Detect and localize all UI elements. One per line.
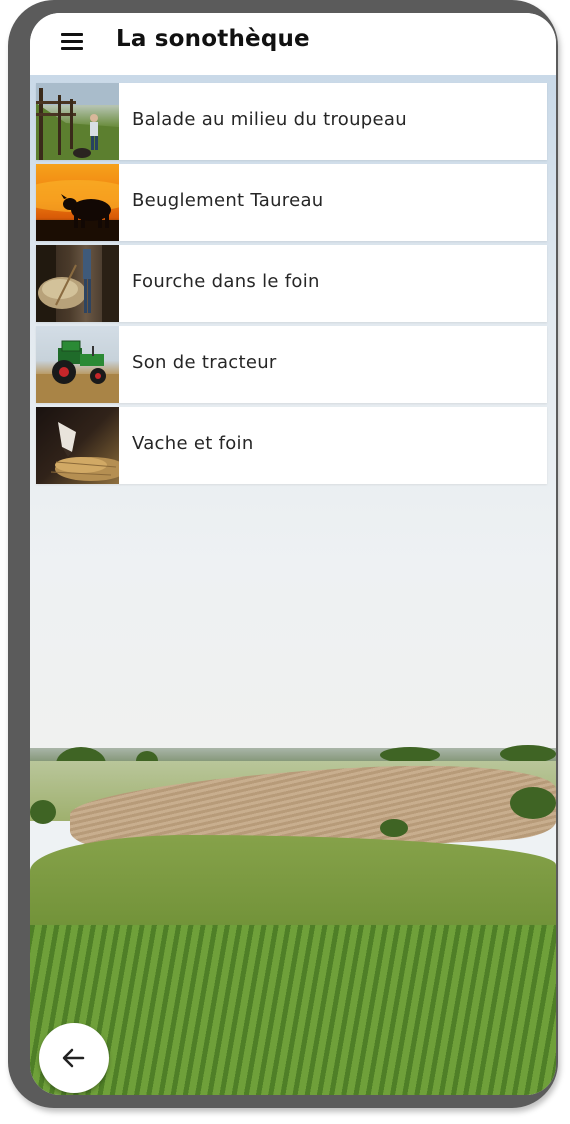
sound-item-fourche[interactable]: Fourche dans le foin [36, 245, 547, 322]
sound-label: Balade au milieu du troupeau [132, 109, 407, 130]
sound-item-tracteur[interactable]: Son de tracteur [36, 326, 547, 403]
sound-list: Balade au milieu du troupeau Beuglement … [36, 83, 547, 488]
app-bar: La sonothèque [30, 13, 556, 75]
arrow-left-icon [62, 1048, 85, 1068]
menu-icon[interactable] [61, 33, 83, 51]
page-title: La sonothèque [116, 26, 310, 52]
sound-label: Vache et foin [132, 433, 254, 454]
bull-sunset-thumbnail [36, 164, 119, 241]
sound-label: Fourche dans le foin [132, 271, 320, 292]
app-screen: La sonothèque Balade au milieu du troupe… [30, 13, 556, 1095]
back-button[interactable] [39, 1023, 109, 1093]
green-tractor-thumbnail [36, 326, 119, 403]
sound-item-balade[interactable]: Balade au milieu du troupeau [36, 83, 547, 160]
pitchfork-hay-thumbnail [36, 245, 119, 322]
phone-frame: La sonothèque Balade au milieu du troupe… [8, 0, 558, 1108]
sound-label: Son de tracteur [132, 352, 277, 373]
cow-hay-thumbnail [36, 407, 119, 484]
cattle-farm-walk-thumbnail [36, 83, 119, 160]
sound-item-vache[interactable]: Vache et foin [36, 407, 547, 484]
sound-item-beuglement[interactable]: Beuglement Taureau [36, 164, 547, 241]
sound-label: Beuglement Taureau [132, 190, 324, 211]
